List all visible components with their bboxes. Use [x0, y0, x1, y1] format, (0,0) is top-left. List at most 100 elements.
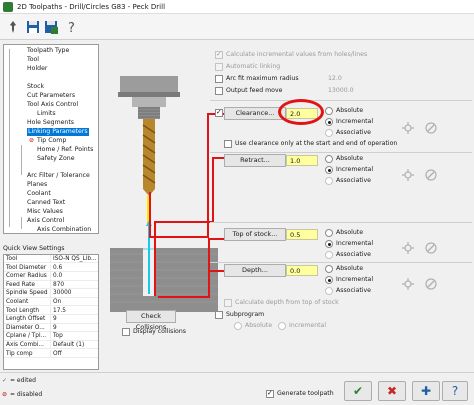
move-icon[interactable]	[402, 278, 414, 290]
annotation-line	[158, 296, 210, 298]
ok-button[interactable]: ✔	[344, 381, 372, 401]
calc-incremental-label: Calculate incremental values from holes/…	[226, 51, 368, 58]
display-collisions-checkbox[interactable]	[122, 328, 130, 336]
tree-item-hole-segments[interactable]: Hole Segments	[27, 119, 74, 127]
tree-item-cut-parameters[interactable]: Cut Parameters	[27, 92, 75, 100]
move-icon[interactable]	[402, 169, 414, 181]
tree-item-stock[interactable]: Stock	[27, 83, 44, 91]
depth-associative-label: Associative	[336, 287, 371, 294]
subprogram-incremental-radio[interactable]	[278, 322, 286, 330]
add-button[interactable]: ✚	[412, 381, 440, 401]
depth-associative-radio[interactable]	[325, 287, 333, 295]
generate-toolpath-label: Generate toolpath	[277, 390, 334, 397]
retract-absolute-radio[interactable]	[325, 155, 333, 163]
clearance-button[interactable]: Clearance...	[224, 107, 286, 120]
check-collisions-button[interactable]: Check Collisions	[126, 310, 176, 331]
annotation-line	[208, 238, 224, 240]
pin-icon[interactable]	[4, 18, 20, 34]
help-button[interactable]: ?	[442, 381, 468, 401]
retract-associative-label: Associative	[336, 177, 371, 184]
retract-absolute-label: Absolute	[336, 155, 364, 162]
tree-item-misc-values[interactable]: Misc Values	[27, 208, 63, 216]
tree-item-tool[interactable]: Tool	[27, 56, 39, 64]
tree-item-tip-comp[interactable]: Tip Comp	[37, 137, 66, 145]
tree-item-home-ref-points[interactable]: Home / Ref. Points	[37, 146, 93, 154]
divider	[210, 262, 472, 263]
highlight-oval	[278, 99, 324, 125]
subprogram-checkbox[interactable]	[215, 311, 223, 319]
table-row: Tool Length 17.5	[4, 306, 98, 315]
annotation-line	[212, 157, 214, 223]
tool-icon[interactable]	[425, 169, 437, 181]
calc-depth-label: Calculate depth from top of stock	[235, 299, 339, 306]
tree-item-holder[interactable]: Holder	[27, 65, 47, 73]
table-row: Feed Rate 870	[4, 280, 98, 290]
tree-item-canned-text[interactable]: Canned Text	[27, 199, 65, 207]
cancel-button[interactable]: ✖	[378, 381, 406, 401]
table-row: Length Offset 9	[4, 315, 98, 324]
subprogram-absolute-radio[interactable]	[234, 322, 242, 330]
clearance-absolute-radio[interactable]	[325, 107, 333, 115]
tool-icon[interactable]	[425, 278, 437, 290]
depth-incremental-radio[interactable]	[325, 276, 333, 284]
depth-absolute-radio[interactable]	[325, 265, 333, 273]
tree-item-limits[interactable]: Limits	[37, 110, 56, 118]
output-feed-checkbox[interactable]	[215, 87, 223, 95]
clearance-incremental-label: Incremental	[336, 118, 374, 125]
automatic-linking-checkbox[interactable]	[215, 63, 223, 71]
depth-button[interactable]: Depth...	[224, 264, 286, 277]
clearance-checkbox[interactable]	[215, 108, 223, 117]
retract-associative-radio[interactable]	[325, 177, 333, 185]
tree-item-arc-filter[interactable]: Arc Filter / Tolerance	[27, 172, 90, 180]
use-clearance-label: Use clearance only at the start and end …	[235, 140, 398, 147]
tree-item-axis-combination[interactable]: Axis Combination	[37, 226, 91, 233]
question-icon[interactable]: ?	[62, 18, 78, 36]
toolbar: ?	[0, 14, 474, 40]
subprogram-incremental-label: Incremental	[289, 322, 327, 329]
calc-depth-checkbox[interactable]	[224, 299, 232, 307]
tool-icon[interactable]	[425, 242, 437, 254]
check-icon: ✔	[352, 384, 364, 398]
move-icon[interactable]	[402, 242, 414, 254]
clearance-incremental-radio[interactable]	[325, 118, 333, 126]
depth-input[interactable]: 0.0	[286, 265, 318, 276]
generate-toolpath-checkbox[interactable]	[266, 389, 274, 398]
top-of-stock-button[interactable]: Top of stock...	[224, 228, 286, 241]
tool-icon[interactable]	[425, 122, 437, 134]
retract-button[interactable]: Retract...	[224, 154, 286, 167]
arc-fit-label: Arc fit maximum radius	[226, 75, 299, 82]
annotation-line	[207, 113, 209, 238]
use-clearance-checkbox[interactable]	[224, 140, 232, 148]
table-row: Cplane / Tpl... Top	[4, 332, 98, 341]
tree-item-coolant[interactable]: Coolant	[27, 190, 51, 198]
clearance-associative-radio[interactable]	[325, 129, 333, 137]
app-icon	[3, 2, 13, 12]
top-of-stock-absolute-radio[interactable]	[325, 229, 333, 237]
svg-text:?: ?	[68, 21, 75, 35]
save-as-icon[interactable]	[42, 18, 58, 34]
calc-incremental-checkbox[interactable]	[215, 50, 223, 59]
tree-item-toolpath-type[interactable]: Toolpath Type	[27, 47, 69, 55]
plus-icon: ✚	[420, 384, 432, 398]
top-of-stock-incremental-radio[interactable]	[325, 240, 333, 248]
arc-fit-checkbox[interactable]	[215, 75, 223, 83]
save-icon[interactable]	[24, 18, 40, 34]
quick-view-settings: Tool ISO-N QS_Lib... Tool Diameter 0.6 Cor…	[3, 254, 99, 370]
tree-item-axis-control[interactable]: Axis Control	[27, 217, 64, 225]
retract-incremental-radio[interactable]	[325, 166, 333, 174]
table-row: Tool ISO-N QS_Lib...	[4, 255, 98, 264]
legend-disabled: ⊘ = disabled	[2, 391, 43, 398]
top-of-stock-associative-radio[interactable]	[325, 251, 333, 259]
move-icon[interactable]	[402, 122, 414, 134]
arc-fit-input[interactable]: 12.0	[326, 74, 354, 84]
tree-item-safety-zone[interactable]: Safety Zone	[37, 155, 75, 163]
table-row: Axis Combi... Default (1)	[4, 341, 98, 350]
annotation-line	[149, 192, 151, 238]
window-title: 2D Toolpaths - Drill/Circles G83 - Peck …	[17, 3, 166, 11]
retract-input[interactable]: 1.0	[286, 155, 318, 166]
tree-item-tool-axis-control[interactable]: Tool Axis Control	[27, 101, 78, 109]
top-of-stock-input[interactable]: 0.5	[286, 229, 318, 240]
output-feed-input[interactable]: 13000.0	[326, 86, 362, 96]
tree-item-planes[interactable]: Planes	[27, 181, 47, 189]
tree-item-linking-parameters[interactable]: Linking Parameters	[27, 128, 89, 136]
